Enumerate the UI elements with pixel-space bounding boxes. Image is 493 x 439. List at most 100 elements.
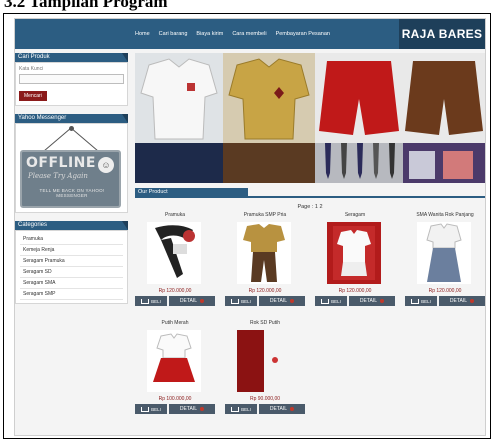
banner-brown-trousers: [223, 143, 315, 183]
buy-label: BELI: [151, 406, 161, 412]
search-button[interactable]: Mencari: [19, 91, 47, 101]
arrow-icon: [470, 299, 475, 303]
detail-label: DETAIL: [359, 298, 378, 304]
buy-button[interactable]: BELI: [135, 296, 167, 306]
cart-icon: [231, 406, 240, 412]
detail-label: DETAIL: [179, 298, 198, 304]
product-name[interactable]: Pramuka SMP Pria: [225, 212, 305, 219]
messenger-box: Yahoo Messenger OFFLINE ☺ Please Try Aga…: [15, 114, 128, 213]
product-image[interactable]: [147, 222, 201, 284]
search-label: Kata Kunci: [19, 66, 44, 72]
product-price: Rp 120.000,00: [338, 288, 372, 294]
cart-icon: [321, 298, 330, 304]
offline-status-sign[interactable]: OFFLINE ☺ Please Try Again TELL ME BACK …: [15, 123, 128, 213]
product-price: Rp 120.000,00: [428, 288, 462, 294]
nav-cari-barang[interactable]: Cari barang: [159, 31, 188, 37]
arrow-icon: [290, 407, 295, 411]
messenger-logo-icon: ☺: [98, 157, 114, 173]
detail-label: DETAIL: [449, 298, 468, 304]
top-navigation-bar: Home Cari barang Biaya kirim Cara membel…: [15, 19, 485, 49]
scout-shirt-icon: [228, 58, 310, 140]
category-item[interactable]: Seragam SMP: [20, 289, 123, 300]
buy-button[interactable]: BELI: [315, 296, 347, 306]
scout-belt-icon: [155, 225, 195, 278]
search-box-title: Cari Produk: [15, 53, 128, 62]
uniform-banner: [135, 53, 485, 183]
cart-icon: [411, 298, 420, 304]
product-image[interactable]: [327, 222, 381, 284]
buy-button[interactable]: BELI: [225, 296, 257, 306]
product-price: Rp 100.000,00: [158, 396, 192, 402]
product-name[interactable]: Putih Merah: [135, 320, 215, 327]
site-brand[interactable]: RAJA BARES: [399, 19, 485, 49]
product-card: Putih Merah Rp 100.000,00 BELI DETAIL: [135, 320, 215, 420]
nav-cara-membeli[interactable]: Cara membeli: [232, 31, 266, 37]
product-name[interactable]: Rok SD Putih: [225, 320, 305, 327]
product-image[interactable]: [237, 330, 291, 392]
offline-sign-board: OFFLINE ☺ Please Try Again TELL ME BACK …: [20, 150, 121, 208]
detail-button[interactable]: DETAIL: [349, 296, 395, 306]
offline-text: OFFLINE: [26, 155, 96, 171]
main-content: Our Product Page : 1 2 Pramuka Rp 120.00…: [135, 53, 485, 430]
nav-pembayaran-pesanan[interactable]: Pembayaran Pesanan: [276, 31, 330, 37]
product-card: Pramuka SMP Pria Rp 120.000,00 BELI DETA…: [225, 212, 305, 312]
category-item[interactable]: Kemeja Renja: [20, 245, 123, 256]
banner-ties: [315, 143, 403, 183]
detail-button[interactable]: DETAIL: [169, 296, 215, 306]
document-heading: 3.2 Tampilan Program: [4, 0, 168, 11]
buy-button[interactable]: BELI: [225, 404, 257, 414]
categories-box: Categories Pramuka Kemeja Renja Seragam …: [15, 221, 128, 304]
product-name[interactable]: Pramuka: [135, 212, 215, 219]
product-card: Seragam Rp 120.000,00 BELI DETAIL: [315, 212, 395, 312]
cart-icon: [141, 406, 150, 412]
buy-label: BELI: [331, 298, 341, 304]
detail-label: DETAIL: [179, 406, 198, 412]
detail-button[interactable]: DETAIL: [169, 404, 215, 414]
our-product-title: Our Product: [135, 188, 248, 196]
category-item[interactable]: Seragam SD: [20, 267, 123, 278]
messenger-box-title: Yahoo Messenger: [15, 114, 128, 123]
arrow-icon: [200, 299, 205, 303]
red-white-uniform-icon: [153, 333, 195, 382]
detail-button[interactable]: DETAIL: [259, 296, 305, 306]
arrow-icon: [380, 299, 385, 303]
detail-label: DETAIL: [269, 406, 288, 412]
category-item[interactable]: Seragam Pramuka: [20, 256, 123, 267]
banner-brown-shorts: [403, 53, 485, 143]
detail-button[interactable]: DETAIL: [439, 296, 485, 306]
offline-caption: TELL ME BACK ON YAHOO! MESSENGER: [39, 188, 105, 198]
banner-scout-shirt: [223, 53, 315, 143]
white-uniform-icon: [333, 226, 375, 280]
web-page: Home Cari barang Biaya kirim Cara membel…: [14, 18, 486, 436]
product-name[interactable]: SMA Wanita Rok Panjang: [405, 212, 485, 219]
category-item[interactable]: Pramuka: [20, 234, 123, 245]
buy-label: BELI: [241, 406, 251, 412]
product-price: Rp 120.000,00: [248, 288, 282, 294]
category-item[interactable]: Seragam SMA: [20, 278, 123, 289]
scout-uniform-icon: [243, 224, 285, 282]
section-divider: [135, 196, 485, 198]
banner-navy-trousers: [135, 143, 223, 183]
nav-biaya-kirim[interactable]: Biaya kirim: [196, 31, 223, 37]
main-menu: Home Cari barang Biaya kirim Cara membel…: [135, 19, 330, 49]
buy-label: BELI: [151, 298, 161, 304]
search-input[interactable]: [19, 74, 124, 84]
categories-title: Categories: [15, 221, 128, 230]
search-box: Cari Produk Kata Kunci Mencari: [15, 53, 128, 106]
product-price: Rp 120.000,00: [158, 288, 192, 294]
buy-button[interactable]: BELI: [405, 296, 437, 306]
detail-button[interactable]: DETAIL: [259, 404, 305, 414]
product-image[interactable]: [417, 222, 471, 284]
product-name[interactable]: Seragam: [315, 212, 395, 219]
arrow-icon: [200, 407, 205, 411]
product-card: Rok SD Putih Rp 90.000,00 BELI DETAIL: [225, 320, 305, 420]
buy-label: BELI: [421, 298, 431, 304]
red-shorts-icon: [319, 61, 399, 135]
product-image[interactable]: [147, 330, 201, 392]
nav-home[interactable]: Home: [135, 31, 150, 37]
offline-subtext: Please Try Again: [28, 172, 88, 180]
ties-icon: [325, 143, 395, 179]
product-grid: Pramuka Rp 120.000,00 BELI DETAIL Pramuk…: [135, 210, 485, 430]
product-image[interactable]: [237, 222, 291, 284]
buy-button[interactable]: BELI: [135, 404, 167, 414]
